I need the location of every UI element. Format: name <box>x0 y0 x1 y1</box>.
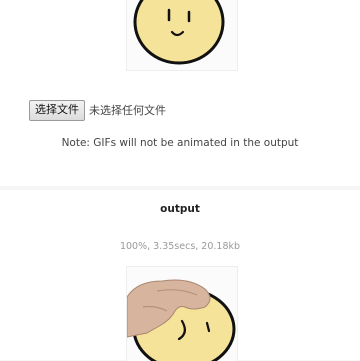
gif-note: Note: GIFs will not be animated in the o… <box>61 137 299 149</box>
output-title: output <box>160 203 200 215</box>
file-chooser: 选择文件 未选择任何文件 <box>29 99 166 121</box>
hand-smiley-icon <box>127 279 236 361</box>
choose-file-button[interactable]: 选择文件 <box>29 99 85 121</box>
input-image-preview <box>126 0 238 71</box>
smiley-face-icon <box>133 0 225 65</box>
output-stats: 100%, 3.35secs, 20.18kb <box>119 241 241 252</box>
output-image-preview <box>126 266 238 361</box>
file-status-text: 未选择任何文件 <box>89 104 166 117</box>
